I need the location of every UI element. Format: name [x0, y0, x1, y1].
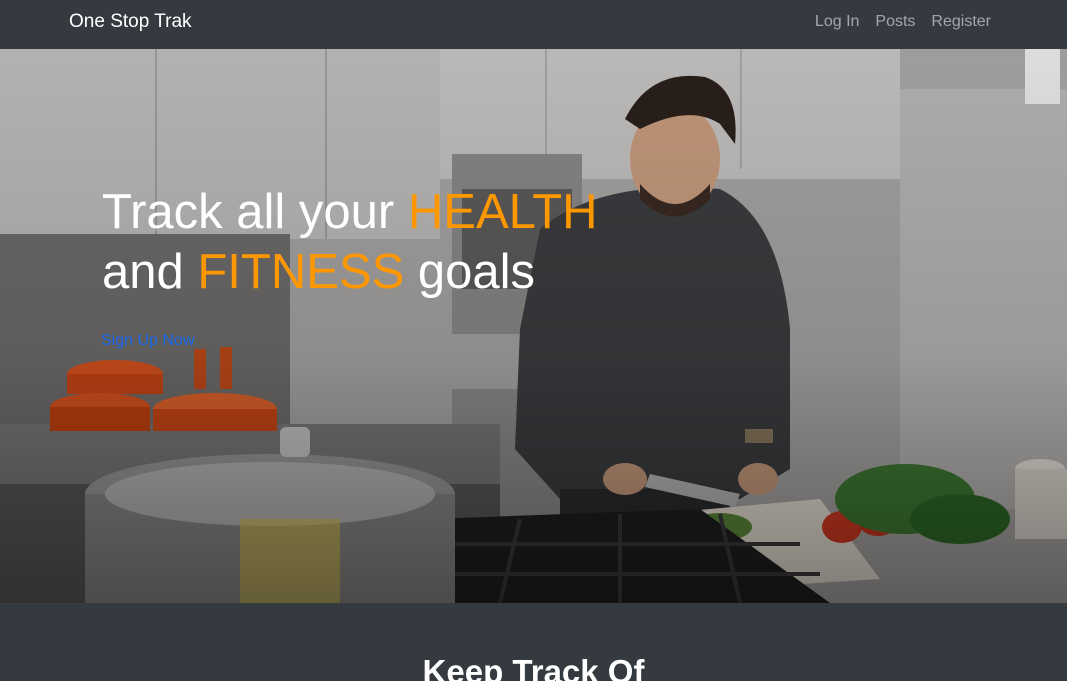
headline-text-1: Track all your	[102, 185, 408, 239]
hero-headline: Track all your HEALTH and FITNESS goals	[102, 182, 722, 302]
brand-logo[interactable]: One Stop Trak	[69, 10, 192, 34]
headline-text-2: and	[102, 245, 198, 299]
hero-overlay	[0, 49, 1067, 603]
headline-text-3: goals	[404, 245, 536, 299]
nav-link-posts[interactable]: Posts	[875, 12, 915, 32]
section-title: Keep Track Of	[422, 653, 645, 681]
nav-links: Log In Posts Register	[815, 12, 991, 32]
headline-accent-health: HEALTH	[407, 185, 598, 239]
headline-accent-fitness: FITNESS	[197, 245, 405, 299]
sign-up-link[interactable]: Sign Up Now	[101, 331, 194, 351]
nav-link-login[interactable]: Log In	[815, 12, 859, 32]
nav-link-register[interactable]: Register	[931, 12, 991, 32]
features-section: Keep Track Of	[0, 603, 1067, 681]
navbar: One Stop Trak Log In Posts Register	[0, 0, 1067, 49]
hero-banner: Track all your HEALTH and FITNESS goals …	[0, 49, 1067, 603]
